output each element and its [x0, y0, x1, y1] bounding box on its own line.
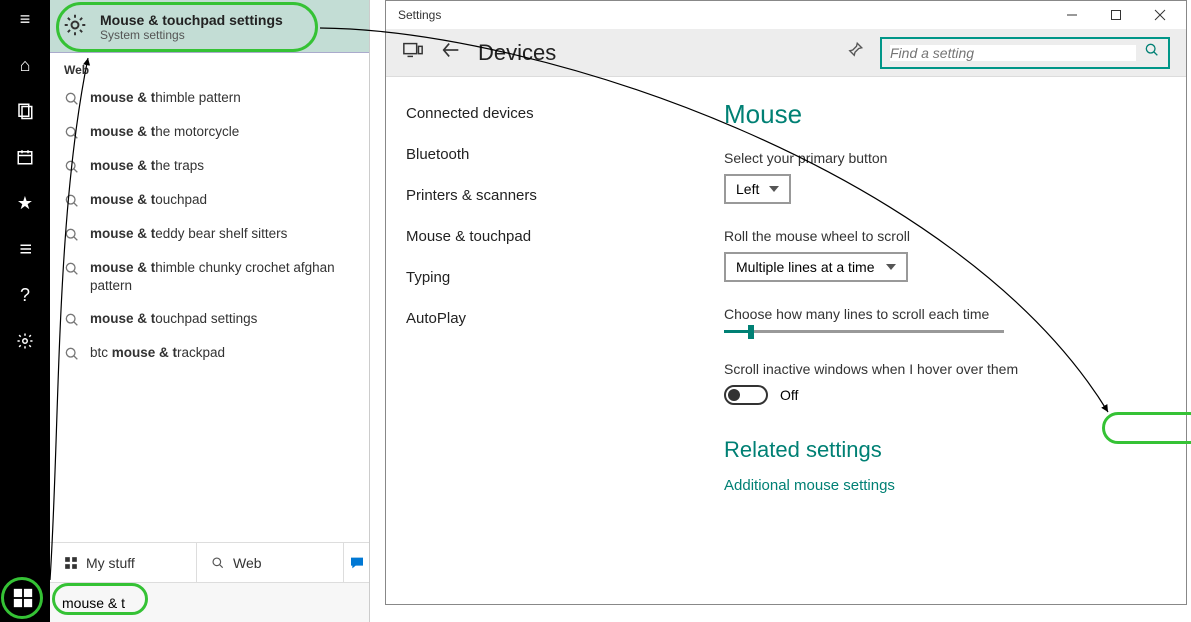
slider-thumb[interactable] — [748, 325, 754, 339]
web-result-item[interactable]: mouse & teddy bear shelf sitters — [58, 217, 361, 251]
toggle-knob — [728, 389, 740, 401]
side-nav-item[interactable]: Typing — [394, 257, 688, 298]
list-icon[interactable] — [14, 238, 36, 260]
slider-fill — [724, 330, 750, 333]
search-input-row — [50, 582, 369, 622]
best-match-result[interactable]: Mouse & touchpad settings System setting… — [50, 0, 369, 53]
header-title: Devices — [478, 40, 830, 66]
search-icon[interactable] — [1144, 42, 1160, 63]
taskbar-rail: ≡ ⌂ ★ ? — [0, 0, 50, 622]
web-result-item[interactable]: mouse & thimble pattern — [58, 81, 361, 115]
primary-button-select[interactable]: Left — [724, 174, 791, 204]
additional-mouse-settings-link[interactable]: Additional mouse settings — [724, 477, 1158, 494]
back-button[interactable] — [440, 39, 462, 66]
inactive-label: Scroll inactive windows when I hover ove… — [724, 361, 1158, 377]
chevron-down-icon — [886, 264, 896, 270]
calendar-icon[interactable] — [14, 146, 36, 168]
settings-header: Devices — [386, 29, 1186, 77]
page-title: Mouse — [724, 99, 1158, 130]
help-icon[interactable]: ? — [14, 284, 36, 306]
roll-wheel-label: Roll the mouse wheel to scroll — [724, 228, 1158, 244]
maximize-button[interactable] — [1094, 1, 1138, 29]
side-nav-item[interactable]: Connected devices — [394, 93, 688, 134]
tab-web[interactable]: Web — [196, 543, 343, 582]
chevron-down-icon — [769, 186, 779, 192]
primary-button-value: Left — [736, 181, 759, 197]
settings-content: Mouse Select your primary button Left Ro… — [696, 77, 1186, 604]
lines-label: Choose how many lines to scroll each tim… — [724, 306, 1158, 322]
settings-window: Settings Devices Connected devicesBlueto… — [385, 0, 1187, 605]
recent-icon[interactable] — [14, 100, 36, 122]
web-result-item[interactable]: mouse & thimble chunky crochet afghan pa… — [58, 251, 361, 302]
settings-icon[interactable] — [14, 330, 36, 352]
feedback-icon[interactable] — [343, 543, 369, 582]
gear-icon — [62, 12, 88, 38]
settings-search[interactable] — [880, 37, 1170, 69]
best-match-title: Mouse & touchpad settings — [100, 12, 283, 28]
roll-wheel-value: Multiple lines at a time — [736, 259, 875, 275]
settings-side-nav: Connected devicesBluetoothPrinters & sca… — [386, 77, 696, 604]
web-result-item[interactable]: btc mouse & trackpad — [58, 336, 361, 370]
cortana-search-panel: Mouse & touchpad settings System setting… — [50, 0, 370, 622]
start-button[interactable] — [12, 587, 34, 614]
web-result-item[interactable]: mouse & the traps — [58, 149, 361, 183]
devices-icon — [402, 39, 424, 66]
web-section-label: Web — [50, 53, 369, 81]
settings-search-input[interactable] — [890, 45, 1136, 61]
inactive-toggle[interactable] — [724, 385, 768, 405]
tab-my-stuff-label: My stuff — [86, 555, 135, 571]
menu-icon[interactable]: ≡ — [14, 8, 36, 30]
primary-button-label: Select your primary button — [724, 150, 1158, 166]
web-result-item[interactable]: mouse & touchpad — [58, 183, 361, 217]
side-nav-item[interactable]: AutoPlay — [394, 298, 688, 339]
tab-web-label: Web — [233, 555, 262, 571]
lines-slider[interactable] — [724, 330, 1004, 333]
titlebar: Settings — [386, 1, 1186, 29]
best-match-subtitle: System settings — [100, 28, 283, 42]
home-icon[interactable]: ⌂ — [14, 54, 36, 76]
web-result-item[interactable]: mouse & the motorcycle — [58, 115, 361, 149]
side-nav-item[interactable]: Mouse & touchpad — [394, 216, 688, 257]
pin-icon[interactable] — [846, 41, 864, 64]
related-settings-heading: Related settings — [724, 437, 1158, 463]
tab-my-stuff[interactable]: My stuff — [50, 543, 196, 582]
web-result-item[interactable]: mouse & touchpad settings — [58, 302, 361, 336]
window-controls — [1050, 1, 1182, 29]
side-nav-item[interactable]: Bluetooth — [394, 134, 688, 175]
search-tabs: My stuff Web — [50, 542, 369, 582]
roll-wheel-select[interactable]: Multiple lines at a time — [724, 252, 908, 282]
search-input[interactable] — [62, 595, 357, 611]
minimize-button[interactable] — [1050, 1, 1094, 29]
side-nav-item[interactable]: Printers & scanners — [394, 175, 688, 216]
window-title: Settings — [398, 8, 441, 22]
star-icon[interactable]: ★ — [14, 192, 36, 214]
web-results-list: mouse & thimble patternmouse & the motor… — [50, 81, 369, 542]
close-button[interactable] — [1138, 1, 1182, 29]
toggle-state-text: Off — [780, 387, 798, 403]
